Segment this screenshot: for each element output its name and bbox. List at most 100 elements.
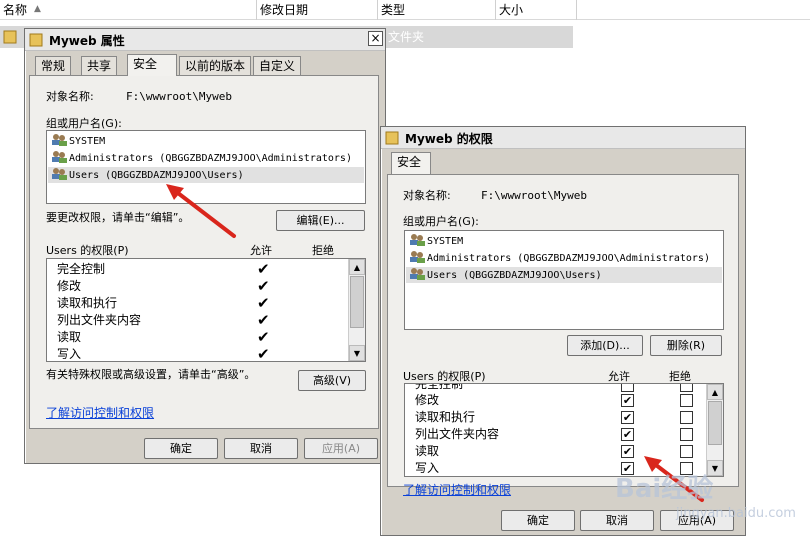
allow-label: 允许 — [250, 244, 272, 257]
perm-row: 完全控制 — [57, 262, 106, 276]
users-icon — [51, 133, 67, 146]
users-icon — [409, 267, 425, 280]
perm-row: 修改 — [415, 393, 440, 407]
allow-label: 允许 — [608, 370, 630, 383]
user-name: Users (QBGGZBDAZMJ9JOO\Users) — [427, 270, 602, 281]
list-item[interactable]: Administrators (QBGGZBDAZMJ9JOO\Administ… — [409, 250, 710, 266]
scroll-up-icon[interactable]: ▲ — [349, 259, 365, 275]
tab-customize[interactable]: 自定义 — [253, 56, 302, 76]
perm-row: 写入 — [415, 461, 440, 475]
deny-checkbox[interactable] — [680, 411, 693, 424]
list-item[interactable]: SYSTEM — [51, 133, 105, 149]
ok-button[interactable]: 确定 — [501, 510, 575, 531]
ok-button[interactable]: 确定 — [144, 438, 218, 459]
list-item[interactable]: SYSTEM — [409, 233, 463, 249]
allow-check-icon: ✔ — [257, 260, 270, 278]
close-icon[interactable]: × — [368, 31, 383, 46]
object-name-value: F:\wwwroot\Myweb — [481, 189, 587, 202]
allow-checkbox[interactable]: ✔ — [621, 411, 634, 424]
object-name-value: F:\wwwroot\Myweb — [126, 90, 232, 103]
perm-row: 列出文件夹内容 — [57, 313, 142, 327]
row-type-text: 文件夹 — [388, 30, 425, 44]
deny-checkbox[interactable] — [680, 384, 693, 392]
cancel-button[interactable]: 取消 — [224, 438, 298, 459]
explorer-column-header: 名称 ▲ 修改日期 类型 大小 — [0, 0, 810, 20]
user-name: SYSTEM — [427, 236, 464, 247]
perm-pane: 对象名称: F:\wwwroot\Myweb 组或用户名(G): SYSTEM … — [387, 174, 739, 487]
allow-check-icon: ✔ — [257, 294, 270, 312]
allow-check-icon: ✔ — [257, 345, 270, 362]
allow-check-icon: ✔ — [257, 277, 270, 295]
perm-header: Users 的权限(P) — [46, 244, 129, 257]
perm-scrollbar[interactable]: ▲ ▼ — [348, 259, 365, 361]
tab-general[interactable]: 常规 — [35, 56, 72, 76]
perm-row: 写入 — [57, 347, 82, 361]
folder-icon — [385, 130, 399, 145]
column-type[interactable]: 类型 — [378, 0, 496, 20]
allow-checkbox[interactable]: ✔ — [621, 445, 634, 458]
perm-row: 读取 — [57, 330, 82, 344]
column-size[interactable]: 大小 — [496, 0, 577, 20]
permission-list[interactable]: 完全控制 修改 读取和执行 列出文件夹内容 读取 写入 ✔ ✔ ✔ ✔ ✔ ✔ … — [46, 258, 366, 362]
group-label: 组或用户名(G): — [403, 215, 479, 228]
user-name: SYSTEM — [69, 136, 106, 147]
scroll-down-icon[interactable]: ▼ — [349, 345, 365, 361]
tab-previous-versions[interactable]: 以前的版本 — [179, 56, 252, 76]
scroll-thumb[interactable] — [708, 401, 722, 445]
user-name: Administrators (QBGGZBDAZMJ9JOO\Administ… — [427, 253, 710, 264]
perm-row: 读取和执行 — [415, 410, 476, 424]
tab-security[interactable]: 安全 — [391, 152, 431, 174]
allow-checkbox[interactable]: ✔ — [621, 394, 634, 407]
security-pane: 对象名称: F:\wwwroot\Myweb 组或用户名(G): SYSTEM … — [29, 75, 379, 429]
deny-label: 拒绝 — [669, 370, 691, 383]
remove-button[interactable]: 删除(R) — [650, 335, 722, 356]
object-name-label: 对象名称: — [46, 90, 94, 103]
permissions-titlebar[interactable]: Myweb 的权限 — [381, 127, 745, 149]
allow-check-icon: ✔ — [257, 311, 270, 329]
edit-button[interactable]: 编辑(E)... — [276, 210, 365, 231]
list-item-selected[interactable]: Users (QBGGZBDAZMJ9JOO\Users) — [406, 267, 722, 283]
tab-sharing[interactable]: 共享 — [81, 56, 118, 76]
properties-title: Myweb 属性 — [49, 34, 125, 48]
column-modified[interactable]: 修改日期 — [257, 0, 378, 20]
properties-titlebar[interactable]: Myweb 属性 × — [25, 29, 385, 51]
sort-arrow-icon: ▲ — [34, 4, 41, 14]
permissions-title: Myweb 的权限 — [405, 132, 493, 146]
annotation-arrow-icon — [166, 184, 236, 238]
special-hint: 有关特殊权限或高级设置，请单击“高级”。 — [46, 368, 256, 381]
deny-checkbox[interactable] — [680, 428, 693, 441]
object-name-label: 对象名称: — [403, 189, 451, 202]
properties-dialog: Myweb 属性 × 常规 共享 安全 以前的版本 自定义 对象名称: F:\w… — [24, 28, 386, 464]
advanced-button[interactable]: 高级(V) — [298, 370, 366, 391]
group-label: 组或用户名(G): — [46, 117, 122, 130]
perm-row: 列出文件夹内容 — [415, 427, 500, 441]
deny-checkbox[interactable] — [680, 394, 693, 407]
apply-button[interactable]: 应用(A) — [304, 438, 378, 459]
perm-row: 读取和执行 — [57, 296, 118, 310]
perm-row: 读取 — [415, 444, 440, 458]
tab-security[interactable]: 安全 — [127, 54, 177, 76]
scroll-up-icon[interactable]: ▲ — [707, 384, 723, 400]
deny-label: 拒绝 — [312, 244, 334, 257]
user-name: Administrators (QBGGZBDAZMJ9JOO\Administ… — [69, 153, 352, 164]
users-icon — [409, 233, 425, 246]
perm-row: 修改 — [57, 279, 82, 293]
users-icon — [409, 250, 425, 263]
scroll-thumb[interactable] — [350, 276, 364, 328]
allow-check-icon: ✔ — [257, 328, 270, 346]
allow-checkbox[interactable]: ✔ — [621, 428, 634, 441]
folder-icon — [3, 29, 17, 44]
learn-access-link[interactable]: 了解访问控制和权限 — [403, 481, 511, 498]
folder-icon — [29, 32, 43, 47]
perm-header: Users 的权限(P) — [403, 370, 486, 383]
learn-access-link[interactable]: 了解访问控制和权限 — [46, 404, 154, 421]
cancel-button[interactable]: 取消 — [580, 510, 654, 531]
users-icon — [51, 150, 67, 163]
users-icon — [51, 167, 67, 180]
add-button[interactable]: 添加(D)... — [567, 335, 643, 356]
baidu-watermark: Bai经验 — [615, 474, 714, 504]
list-item[interactable]: Administrators (QBGGZBDAZMJ9JOO\Administ… — [51, 150, 352, 166]
baidu-watermark-url: jingyan.baidu.com — [676, 506, 796, 521]
user-list[interactable]: SYSTEM Administrators (QBGGZBDAZMJ9JOO\A… — [404, 230, 724, 330]
allow-checkbox[interactable] — [621, 384, 634, 392]
